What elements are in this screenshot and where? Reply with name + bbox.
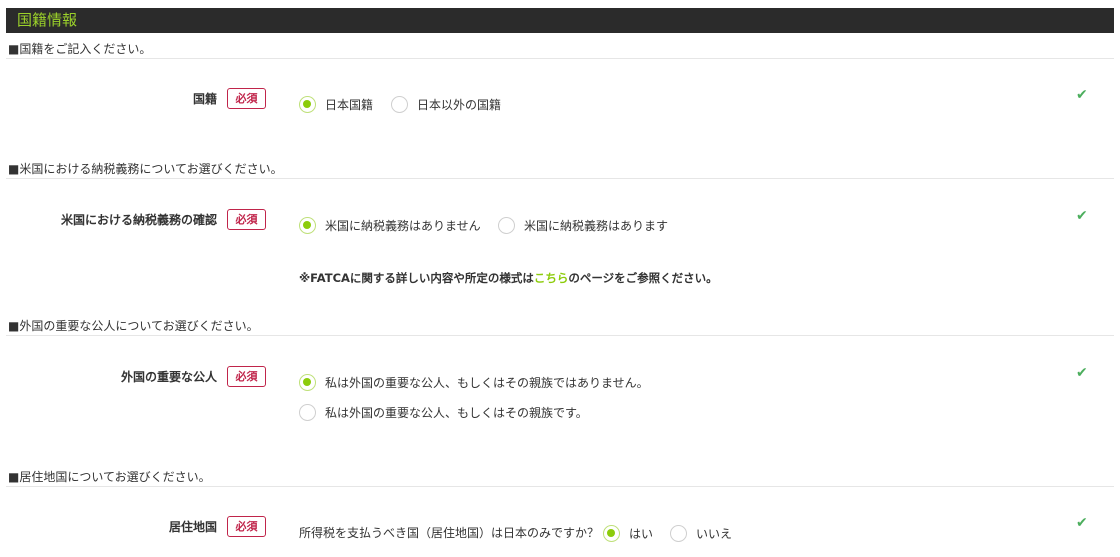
radio-label: いいえ [696, 526, 733, 541]
radio-no-us-tax[interactable]: 米国に納税義務はありません [299, 217, 481, 234]
radio-checked-icon [299, 217, 316, 234]
radio-checked-icon [299, 374, 316, 391]
section-title: 国籍情報 [17, 11, 78, 29]
fatca-note: ※FATCAに関する詳しい内容や所定の様式はこちらのページをご参照ください。 [299, 270, 718, 286]
fatca-link[interactable]: こちら [534, 271, 569, 285]
divider [6, 486, 1114, 487]
radio-label: 私は外国の重要な公人、もしくはその親族ではありません。 [325, 375, 649, 390]
radio-label: 米国に納税義務はありません [325, 218, 481, 233]
residence-instruction: ■居住地国についてお選びください。 [8, 470, 211, 484]
residence-label: 居住地国 [168, 520, 217, 534]
radio-unchecked-icon [498, 217, 515, 234]
divider [6, 58, 1114, 59]
radio-checked-icon [603, 525, 620, 542]
radio-residence-yes[interactable]: はい [603, 525, 653, 542]
valid-check-icon: ✔ [1076, 208, 1088, 224]
fatca-note-suffix: のページをご参照ください。 [568, 271, 718, 285]
divider [6, 335, 1114, 336]
radio-unchecked-icon [299, 404, 316, 421]
valid-check-icon: ✔ [1076, 365, 1088, 381]
radio-other-nationality[interactable]: 日本以外の国籍 [391, 96, 501, 113]
radio-unchecked-icon [391, 96, 408, 113]
radio-unchecked-icon [670, 525, 687, 542]
radio-label: 日本以外の国籍 [417, 97, 502, 112]
nationality-label: 国籍 [192, 92, 217, 106]
radio-has-us-tax[interactable]: 米国に納税義務はあります [498, 217, 668, 234]
residence-question: 所得税を支払うべき国（居住地国）は日本のみですか？ [299, 526, 600, 540]
fatca-note-prefix: ※FATCAに関する詳しい内容や所定の様式は [299, 271, 534, 285]
required-badge: 必須 [227, 516, 266, 537]
residence-question-row: 所得税を支払うべき国（居住地国）は日本のみですか？ [299, 525, 609, 541]
radio-checked-icon [299, 96, 316, 113]
radio-label: 米国に納税義務はあります [524, 218, 669, 233]
us-tax-instruction: ■米国における納税義務についてお選びください。 [8, 162, 283, 176]
radio-japanese-nationality[interactable]: 日本国籍 [299, 96, 373, 113]
nationality-instruction: ■国籍をご記入ください。 [8, 42, 152, 56]
required-badge: 必須 [227, 366, 266, 387]
pep-instruction: ■外国の重要な公人についてお選びください。 [8, 319, 259, 333]
valid-check-icon: ✔ [1076, 515, 1088, 531]
valid-check-icon: ✔ [1076, 87, 1088, 103]
required-badge: 必須 [227, 88, 266, 109]
radio-is-pep[interactable]: 私は外国の重要な公人、もしくはその親族です。 [299, 404, 588, 421]
section-header: 国籍情報 [6, 8, 1114, 33]
radio-label: 日本国籍 [325, 97, 374, 112]
divider [6, 178, 1114, 179]
radio-label: はい [629, 526, 654, 541]
radio-not-pep[interactable]: 私は外国の重要な公人、もしくはその親族ではありません。 [299, 374, 649, 391]
radio-label: 私は外国の重要な公人、もしくはその親族です。 [325, 405, 588, 420]
required-badge: 必須 [227, 209, 266, 230]
pep-label: 外国の重要な公人 [120, 370, 217, 384]
radio-residence-no[interactable]: いいえ [670, 525, 732, 542]
us-tax-label: 米国における納税義務の確認 [60, 213, 217, 227]
